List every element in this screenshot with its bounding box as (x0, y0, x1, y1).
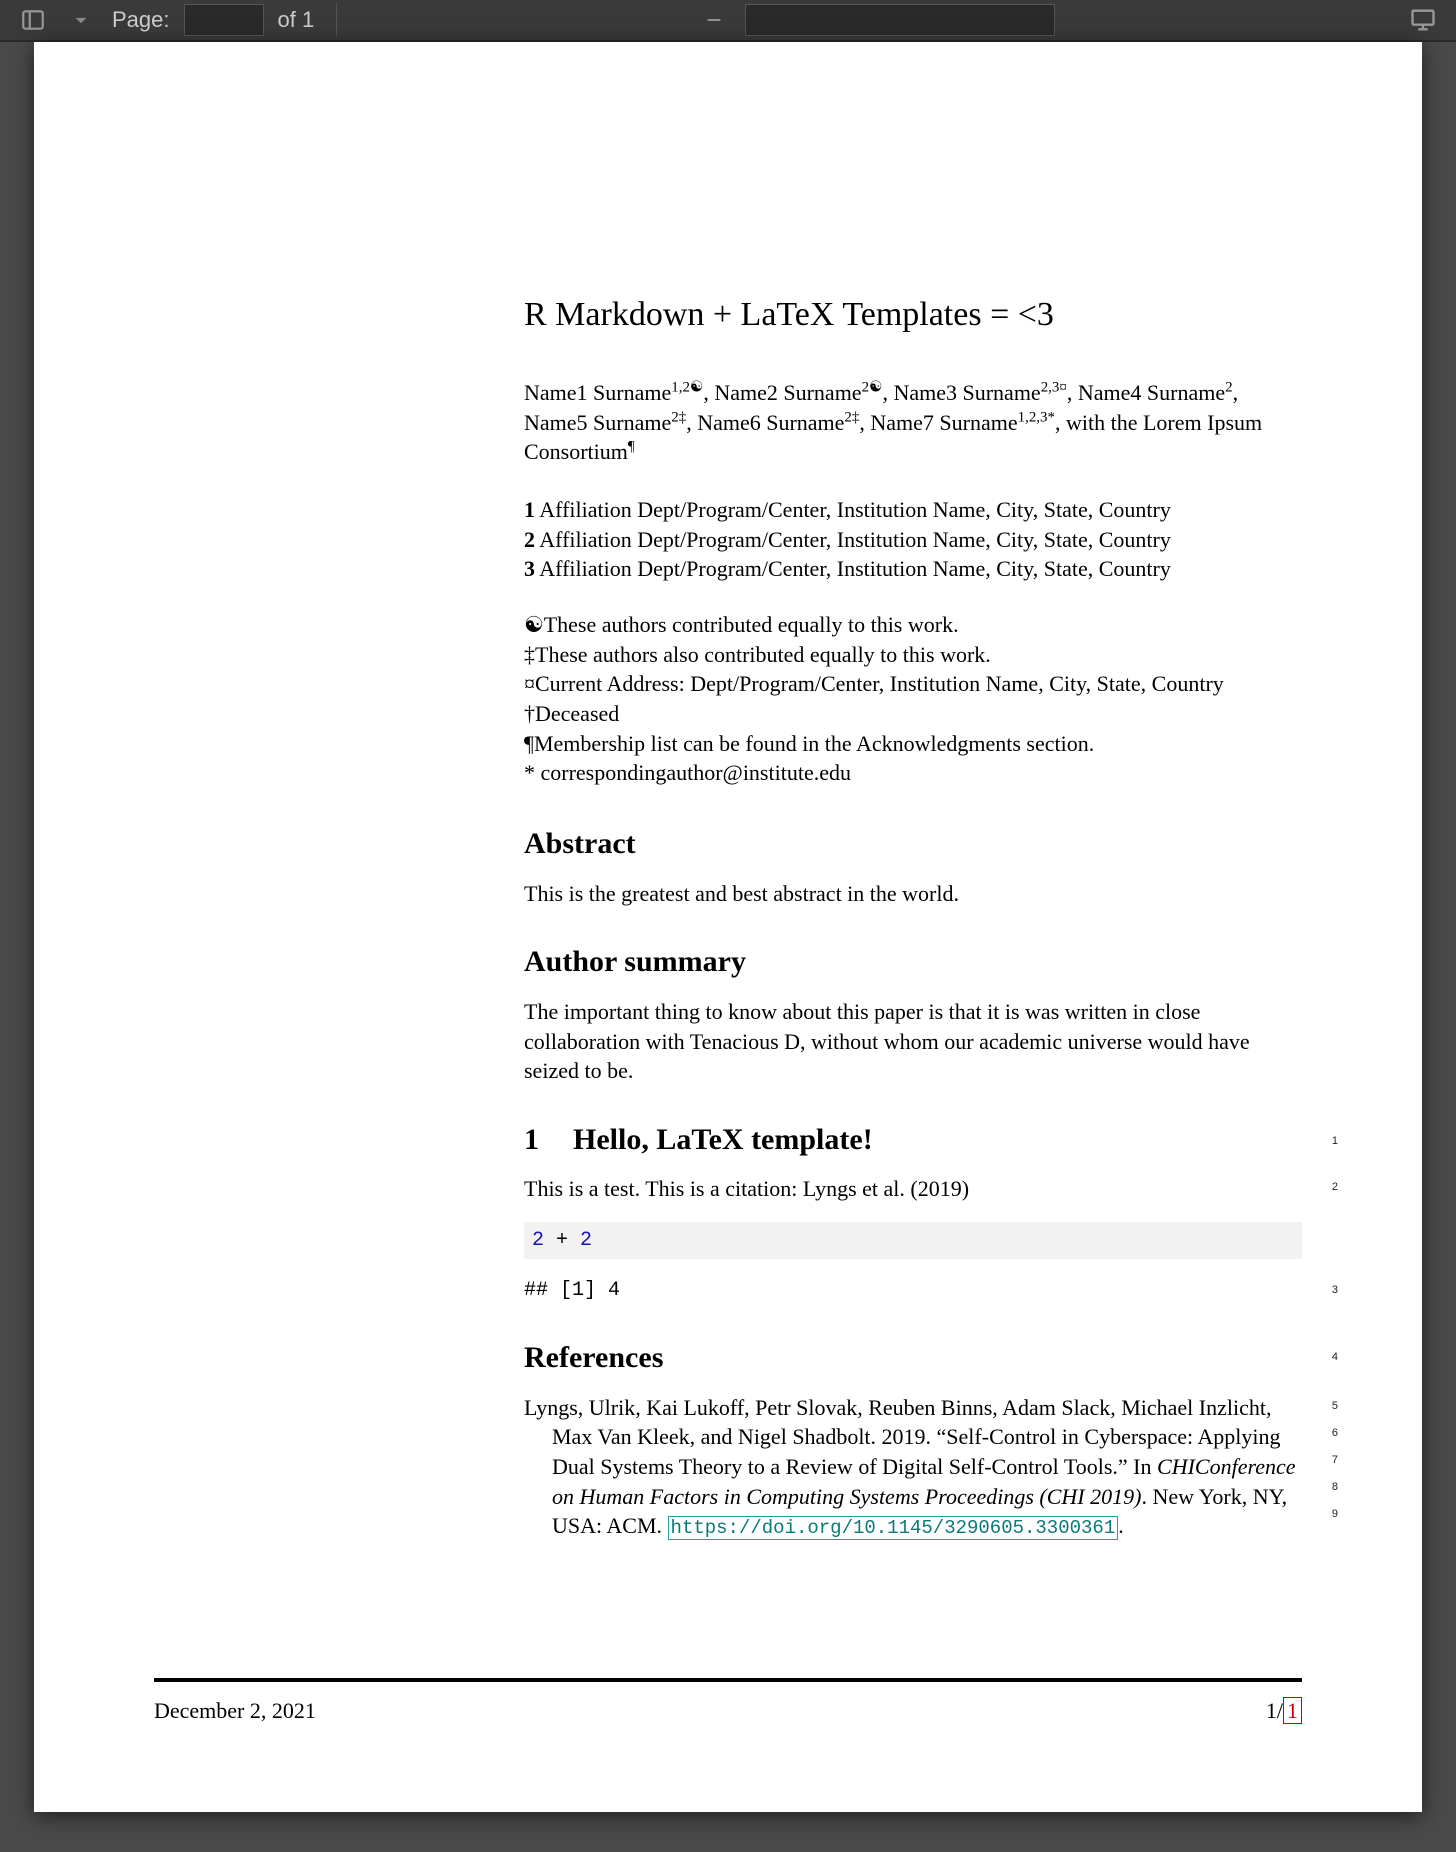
page-label: Page: (112, 7, 170, 33)
footer-date: December 2, 2021 (154, 1696, 316, 1726)
author: Name5 Surname (524, 410, 671, 435)
zoom-out-icon[interactable] (697, 3, 731, 37)
author-sup: 2 (1225, 380, 1232, 396)
author-summary-heading: Author summary (524, 942, 1302, 983)
section-1-heading: 1 Hello, LaTeX template! (524, 1120, 1302, 1161)
note-line: ¶Membership list can be found in the Ack… (524, 729, 1302, 759)
consortium-sup: ¶ (628, 439, 635, 455)
author-sup: 2,3¤ (1041, 380, 1067, 396)
author-summary-text: The important thing to know about this p… (524, 997, 1302, 1086)
document-content: R Markdown + LaTeX Templates = <3 Name1 … (524, 292, 1302, 1542)
toolbar-divider (336, 3, 337, 37)
section-1-body: This is a test. This is a citation: Lyng… (524, 1174, 1302, 1204)
line-number: 1 (1332, 1134, 1338, 1149)
affiliation-text: Affiliation Dept/Program/Center, Institu… (535, 527, 1171, 552)
author: Name2 Surname (714, 380, 861, 405)
note-line: ☯These authors contributed equally to th… (524, 610, 1302, 640)
code-number: 2 (580, 1229, 592, 1252)
author: Name7 Surname (870, 410, 1017, 435)
author: Name3 Surname (893, 380, 1040, 405)
page-footer: December 2, 2021 1/1 (154, 1696, 1302, 1726)
page-number-input[interactable] (184, 4, 264, 36)
author-notes: ☯These authors contributed equally to th… (524, 610, 1302, 788)
line-number: 8 (1332, 1480, 1338, 1495)
footer-rule (154, 1678, 1302, 1682)
affiliation-num: 2 (524, 527, 535, 552)
note-line: ¤Current Address: Dept/Program/Center, I… (524, 669, 1302, 699)
affiliation-text: Affiliation Dept/Program/Center, Institu… (535, 497, 1171, 522)
chevron-down-icon[interactable] (64, 3, 98, 37)
affiliation-num: 3 (524, 556, 535, 581)
affiliation-line: 1 Affiliation Dept/Program/Center, Insti… (524, 495, 1302, 525)
viewer-stage: R Markdown + LaTeX Templates = <3 Name1 … (0, 42, 1456, 1852)
reference-end: . (1118, 1513, 1124, 1538)
line-number: 6 (1332, 1426, 1338, 1441)
author-list: Name1 Surname1,2☯, Name2 Surname2☯, Name… (524, 378, 1302, 467)
line-number: 2 (1332, 1180, 1338, 1195)
author: Name1 Surname (524, 380, 671, 405)
author-sup: 2‡ (844, 409, 859, 425)
section-number: 1 (524, 1123, 539, 1156)
pdf-page: R Markdown + LaTeX Templates = <3 Name1 … (34, 42, 1422, 1812)
page-current: 1/ (1266, 1698, 1283, 1723)
code-block: 2 + 2 (524, 1222, 1302, 1259)
line-number: 9 (1332, 1507, 1338, 1522)
code-output: ## [1] 4 (524, 1277, 1302, 1304)
author: Name4 Surname (1078, 380, 1225, 405)
author-sup: 2‡ (671, 409, 686, 425)
affiliation-line: 3 Affiliation Dept/Program/Center, Insti… (524, 554, 1302, 584)
paper-title: R Markdown + LaTeX Templates = <3 (524, 292, 1302, 338)
code-number: 2 (532, 1229, 544, 1252)
zoom-level-input[interactable] (745, 4, 1055, 36)
line-number: 5 (1332, 1399, 1338, 1414)
note-line: ‡These authors also contributed equally … (524, 640, 1302, 670)
page-total-link[interactable]: 1 (1283, 1697, 1302, 1724)
note-line: †Deceased (524, 699, 1302, 729)
affiliation-line: 2 Affiliation Dept/Program/Center, Insti… (524, 525, 1302, 555)
footer-page: 1/1 (1266, 1696, 1302, 1726)
references-heading: References (524, 1338, 1302, 1379)
author-sup: 1,2☯ (671, 380, 703, 396)
affiliation-text: Affiliation Dept/Program/Center, Institu… (535, 556, 1171, 581)
author-sup: 2☯ (862, 380, 883, 396)
line-number: 7 (1332, 1453, 1338, 1468)
reference-doi-link[interactable]: https://doi.org/10.1145/3290605.3300361 (668, 1516, 1119, 1540)
abstract-text: This is the greatest and best abstract i… (524, 879, 1302, 909)
page-of-label: of 1 (278, 7, 315, 33)
sidebar-toggle-icon[interactable] (16, 3, 50, 37)
affiliation-num: 1 (524, 497, 535, 522)
affiliation-block: 1 Affiliation Dept/Program/Center, Insti… (524, 495, 1302, 584)
author: Name6 Surname (697, 410, 844, 435)
presentation-icon[interactable] (1406, 3, 1440, 37)
pdf-viewer-toolbar: Page: of 1 (0, 0, 1456, 42)
line-number: 3 (1332, 1283, 1338, 1298)
line-number: 4 (1332, 1350, 1338, 1365)
note-line: * correspondingauthor@institute.edu (524, 758, 1302, 788)
abstract-heading: Abstract (524, 824, 1302, 865)
section-title: Hello, LaTeX template! (573, 1123, 873, 1156)
author-sup: 1,2,3* (1018, 409, 1055, 425)
code-op: + (544, 1229, 580, 1252)
reference-entry: Lyngs, Ulrik, Kai Lukoff, Petr Slovak, R… (524, 1393, 1302, 1542)
